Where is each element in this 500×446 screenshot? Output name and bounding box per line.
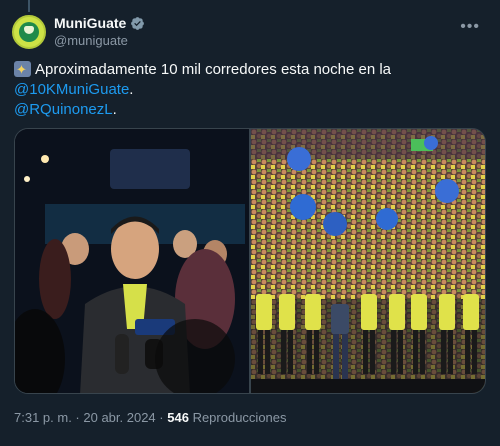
tweet-text-line-1: Aproximadamente 10 mil corredores esta n… <box>14 60 486 80</box>
mention-1-suffix: . <box>129 81 134 98</box>
author-names: MuniGuate @muniguate <box>54 15 145 49</box>
tweet-date[interactable]: 20 abr. 2024 <box>83 410 155 425</box>
mention-10kmuniguate[interactable]: @10KMuniGuate <box>14 81 129 98</box>
tweet-text: Aproximadamente 10 mil corredores esta n… <box>14 60 486 120</box>
separator-1: · <box>71 410 84 425</box>
tweet-card[interactable]: MuniGuate @muniguate ••• Aproximadamente… <box>0 0 500 446</box>
separator-2: · <box>155 410 168 425</box>
mention-2-suffix: . <box>112 101 117 118</box>
tweet-main-text: Aproximadamente 10 mil corredores esta n… <box>35 61 392 78</box>
photo-right-illustration <box>251 129 485 393</box>
tweet-header: MuniGuate @muniguate ••• <box>12 12 488 52</box>
mention-rquinonezl[interactable]: @RQuinonezL <box>14 101 113 118</box>
author-handle[interactable]: @muniguate <box>54 32 145 49</box>
tweet-media-grid <box>14 128 486 394</box>
photo-left-illustration <box>15 129 249 393</box>
verified-badge-icon <box>131 17 145 30</box>
avatar-logo-icon <box>19 22 39 42</box>
views-count: 546 <box>167 410 189 425</box>
tweet-text-line-2: @10KMuniGuate. <box>14 80 486 100</box>
display-name[interactable]: MuniGuate <box>54 15 126 32</box>
thread-connector-line <box>28 0 30 12</box>
more-options-icon[interactable]: ••• <box>460 18 480 36</box>
tweet-time[interactable]: 7:31 p. m. <box>14 410 72 425</box>
tweet-text-line-3: @RQuinonezL. <box>14 100 486 120</box>
photo-right[interactable] <box>251 129 485 393</box>
avatar[interactable] <box>12 15 46 49</box>
photo-left[interactable] <box>15 129 249 393</box>
tweet-metadata: 7:31 p. m. · 20 abr. 2024 · 546 Reproduc… <box>14 410 287 425</box>
display-name-row: MuniGuate <box>54 15 145 32</box>
views-label: Reproducciones <box>192 410 287 425</box>
sparkle-emoji-icon <box>14 60 31 80</box>
